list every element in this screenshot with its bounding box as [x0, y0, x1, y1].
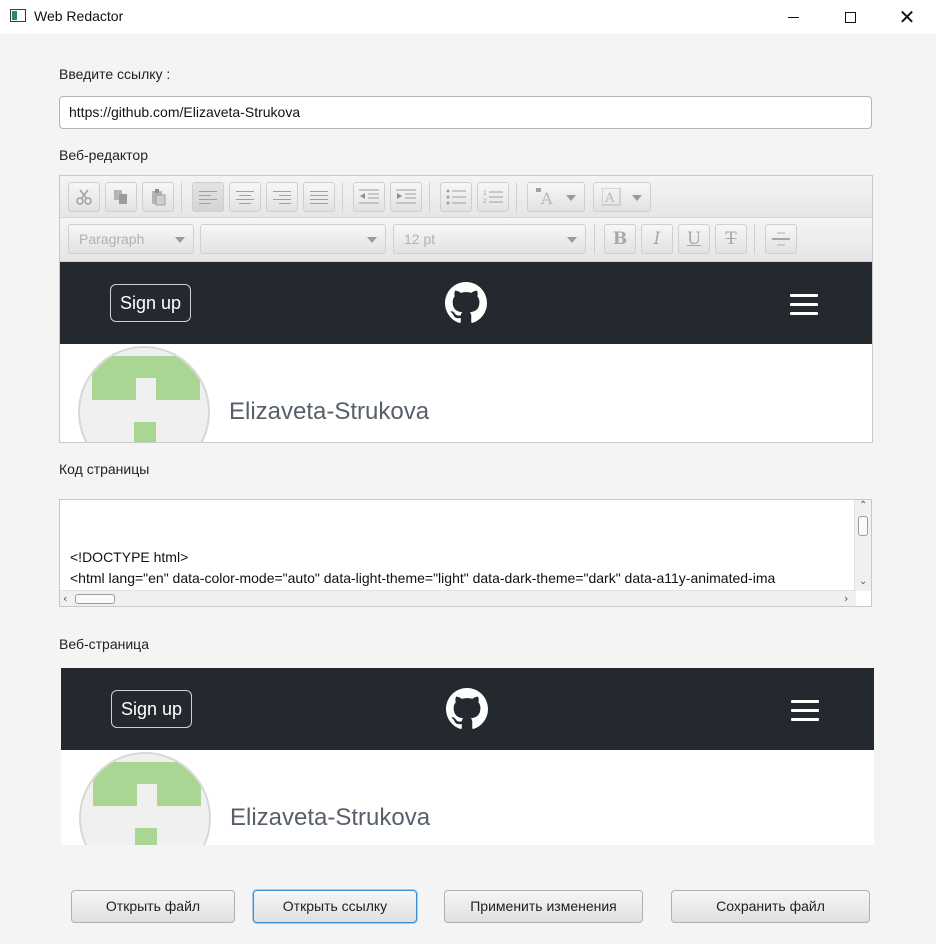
svg-text:A: A — [540, 189, 553, 206]
align-right-button[interactable] — [266, 182, 298, 212]
window-title: Web Redactor — [34, 8, 124, 24]
webpage-github-header: Sign up — [61, 668, 874, 750]
chevron-down-icon — [175, 237, 185, 243]
align-justify-icon — [310, 190, 328, 204]
code-line: <!DOCTYPE html> — [70, 549, 189, 565]
title-bar: Web Redactor ✕ — [0, 0, 936, 34]
horizontal-rule-icon — [772, 232, 790, 246]
indent-icon — [396, 189, 416, 204]
svg-text:A: A — [604, 191, 615, 206]
numbered-list-icon: 12 — [483, 190, 503, 205]
save-file-button[interactable]: Сохранить файл — [671, 890, 870, 923]
webpage-signup-button[interactable]: Sign up — [111, 690, 192, 728]
editor-github-body: Elizaveta-Strukova — [60, 344, 872, 442]
scroll-right-icon[interactable]: › — [844, 592, 848, 605]
background-color-button[interactable]: A — [593, 182, 651, 212]
horizontal-rule-button[interactable] — [765, 224, 797, 254]
editor-toolbar-top: 12 A A — [60, 176, 872, 218]
scroll-down-icon[interactable]: ⌄ — [859, 576, 867, 587]
open-link-button[interactable]: Открыть ссылку — [253, 890, 417, 923]
minimize-button[interactable] — [770, 0, 816, 34]
strikethrough-button[interactable]: T — [715, 224, 747, 254]
svg-text:1: 1 — [483, 190, 487, 197]
maximize-icon — [844, 11, 856, 23]
underline-icon: U — [686, 229, 702, 249]
url-input[interactable]: https://github.com/Elizaveta-Strukova — [59, 96, 872, 129]
hamburger-menu-icon[interactable] — [791, 700, 819, 727]
background-color-icon: A — [602, 188, 621, 206]
github-logo-icon — [446, 688, 488, 729]
horizontal-scroll-thumb[interactable] — [75, 594, 115, 604]
editor-github-header: Sign up — [60, 262, 872, 344]
italic-button[interactable]: I — [641, 224, 673, 254]
paste-button[interactable] — [142, 182, 174, 212]
page-code-textarea[interactable]: <!DOCTYPE html> <html lang="en" data-col… — [59, 499, 872, 607]
vertical-scroll-thumb[interactable] — [858, 516, 868, 536]
copy-button[interactable] — [105, 182, 137, 212]
maximize-button[interactable] — [827, 0, 873, 34]
font-size-select[interactable]: 12 pt — [393, 224, 586, 254]
profile-username: Elizaveta-Strukova — [230, 804, 431, 831]
format-select-value: Paragraph — [79, 231, 145, 247]
vertical-scrollbar[interactable]: ⌃ ⌄ — [854, 500, 871, 591]
outdent-icon — [359, 189, 379, 204]
close-icon: ✕ — [898, 5, 916, 29]
horizontal-scrollbar[interactable]: ‹ › — [60, 590, 856, 606]
scroll-up-icon[interactable]: ⌃ — [859, 500, 867, 511]
font-family-select[interactable] — [200, 224, 386, 254]
cut-button[interactable] — [68, 182, 100, 212]
profile-username: Elizaveta-Strukova — [229, 398, 430, 425]
bullet-list-button[interactable] — [440, 182, 472, 212]
align-left-button[interactable] — [192, 182, 224, 212]
scissors-icon — [76, 189, 92, 205]
strikethrough-icon: T — [725, 229, 737, 249]
align-center-button[interactable] — [229, 182, 261, 212]
align-left-icon — [199, 190, 217, 204]
outdent-button[interactable] — [353, 182, 385, 212]
numbered-list-button[interactable]: 12 — [477, 182, 509, 212]
code-label: Код страницы — [59, 461, 150, 477]
underline-button[interactable]: U — [678, 224, 710, 254]
text-color-icon: A — [536, 188, 553, 206]
webpage-label: Веб-страница — [59, 636, 149, 652]
open-file-button[interactable]: Открыть файл — [71, 890, 235, 923]
editor-label: Веб-редактор — [59, 147, 148, 163]
indent-button[interactable] — [390, 182, 422, 212]
hamburger-menu-icon[interactable] — [790, 294, 818, 321]
editor-signup-button[interactable]: Sign up — [110, 284, 191, 322]
app-icon — [10, 9, 26, 22]
close-button[interactable]: ✕ — [884, 0, 930, 34]
font-size-select-value: 12 pt — [404, 231, 436, 247]
avatar — [79, 752, 211, 845]
avatar — [78, 346, 210, 442]
bold-button[interactable]: B — [604, 224, 636, 254]
paste-icon — [152, 189, 166, 206]
align-center-icon — [236, 190, 254, 204]
text-color-button[interactable]: A — [527, 182, 585, 212]
webpage-github-body: Elizaveta-Strukova — [61, 750, 874, 845]
align-right-icon — [273, 190, 291, 204]
chevron-down-icon — [367, 237, 377, 243]
minimize-icon — [787, 16, 799, 18]
bold-icon: B — [612, 229, 628, 249]
chevron-down-icon — [567, 237, 577, 243]
svg-text:2: 2 — [483, 198, 487, 205]
github-logo-icon — [445, 282, 487, 323]
editor-toolbar-bottom: Paragraph 12 pt B I U T — [60, 218, 872, 262]
align-justify-button[interactable] — [303, 182, 335, 212]
format-select[interactable]: Paragraph — [68, 224, 194, 254]
apply-changes-button[interactable]: Применить изменения — [444, 890, 643, 923]
url-label: Введите ссылку : — [59, 66, 171, 82]
code-line: <html lang="en" data-color-mode="auto" d… — [70, 570, 776, 586]
italic-icon: I — [653, 229, 661, 249]
scroll-left-icon[interactable]: ‹ — [63, 592, 67, 605]
html-editor[interactable]: 12 A A Paragraph 12 pt B I U T Sign up E… — [59, 175, 873, 443]
bullet-list-icon — [446, 189, 466, 205]
copy-icon — [114, 190, 127, 204]
